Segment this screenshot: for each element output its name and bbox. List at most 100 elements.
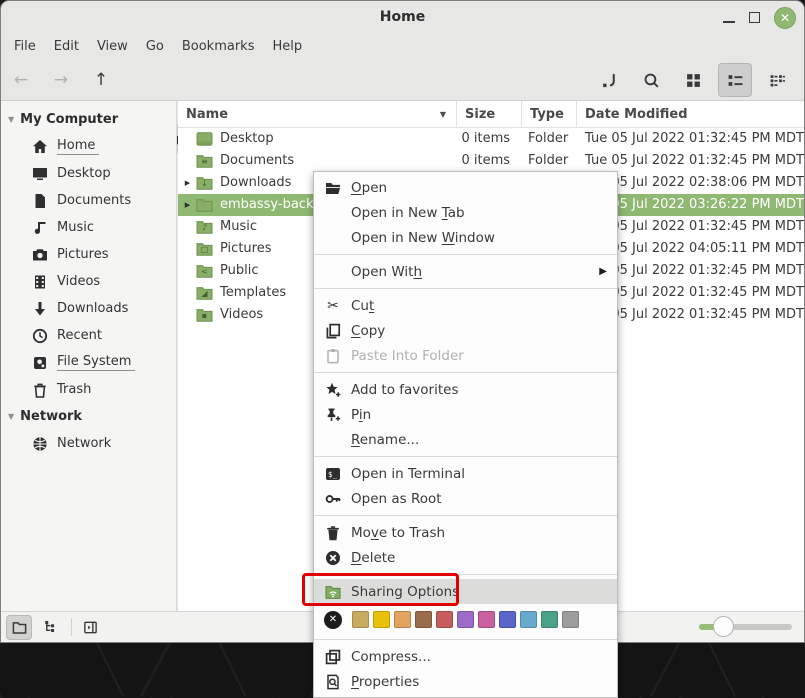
maximize-icon[interactable] [749,12,760,23]
close-icon[interactable]: ✕ [774,7,796,29]
folder-templates-icon: ◢ [196,286,213,300]
sidebar-item-home[interactable]: Home [1,133,176,160]
sidebar-item-documents[interactable]: Documents [1,187,176,214]
zoom-slider[interactable] [699,624,792,630]
file-name: Public [220,260,258,282]
menu-item-add-to-favorites[interactable]: Add to favorites [314,377,617,402]
menu-bookmarks[interactable]: Bookmarks [173,36,264,57]
menu-item-rename[interactable]: Rename... [314,427,617,452]
menu-separator [314,456,617,457]
scissors-icon: ✂ [324,297,342,315]
sidebar-item-trash[interactable]: Trash [1,376,176,403]
back-icon[interactable]: ← [7,59,35,101]
color-swatch-2[interactable] [373,611,390,628]
color-swatch-9[interactable] [520,611,537,628]
menu-go[interactable]: Go [137,36,173,57]
menu-file[interactable]: File [5,36,45,57]
sidebar-item-videos[interactable]: Videos [1,268,176,295]
clear-color-icon[interactable]: ✕ [324,611,342,629]
minimize-icon[interactable] [723,21,735,23]
expander-icon[interactable]: ▶ [178,172,193,194]
submenu-arrow-icon: ▶ [599,266,607,277]
trash-icon [32,382,48,398]
treeview-icon[interactable] [37,615,63,640]
forward-icon[interactable]: → [47,59,75,101]
menu-item-move-to-trash[interactable]: Move to Trash [314,520,617,545]
column-header-date-modified[interactable]: Date Modified [577,101,804,127]
column-header-name[interactable]: Name▼ [178,101,457,127]
file-type: Folder [522,150,577,172]
collapse-triangle-icon[interactable]: ▼ [8,412,14,421]
slider-knob[interactable] [713,616,734,637]
pin-icon [324,406,342,424]
color-swatch-5[interactable] [436,611,453,628]
column-header-type[interactable]: Type [522,101,577,127]
menu-separator [314,288,617,289]
folder-music-icon: ♪ [196,220,213,234]
sidebar-item-network[interactable]: Network [1,430,176,457]
file-name: Templates [220,282,286,304]
color-swatch-7[interactable] [478,611,495,628]
file-name: Videos [220,304,263,326]
menu-view[interactable]: View [88,36,137,57]
color-swatch-11[interactable] [562,611,579,628]
places-icon[interactable] [6,615,32,640]
sidebar-section-network[interactable]: ▼Network [1,403,176,430]
collapse-triangle-icon[interactable]: ▼ [8,115,14,124]
sidebar-item-desktop[interactable]: Desktop [1,160,176,187]
menu-item-properties[interactable]: Properties [314,669,617,694]
compact-view-icon[interactable] [760,63,794,97]
menu-item-open[interactable]: Open [314,175,617,200]
color-swatch-3[interactable] [394,611,411,628]
color-swatch-4[interactable] [415,611,432,628]
menu-item-delete[interactable]: Delete [314,545,617,570]
menu-edit[interactable]: Edit [45,36,88,57]
color-swatch-6[interactable] [457,611,474,628]
menu-help[interactable]: Help [263,36,311,57]
color-swatch-8[interactable] [499,611,516,628]
color-swatch-10[interactable] [541,611,558,628]
sidebar-item-file-system[interactable]: File System [1,349,176,376]
menu-item-open-in-new-tab[interactable]: Open in New Tab [314,200,617,225]
folder-plain-icon [196,198,213,212]
sort-arrow-icon: ▼ [440,110,446,119]
up-icon[interactable]: ↑ [87,59,115,101]
file-name: Downloads [220,172,291,194]
menu-item-open-with[interactable]: Open With▶ [314,259,617,284]
column-header-size[interactable]: Size [457,101,522,127]
titlebar[interactable]: Home ✕ [1,1,804,34]
list-view-icon[interactable] [718,63,752,97]
file-row-documents[interactable]: ≡Documents0 itemsFolderTue 05 Jul 2022 0… [178,150,804,172]
home-icon [32,139,48,155]
menu-item-sharing-options[interactable]: Sharing Options [314,579,617,604]
menu-item-cut[interactable]: ✂Cut [314,293,617,318]
menu-item-open-in-terminal[interactable]: $_Open in Terminal [314,461,617,486]
menu-item-copy[interactable]: Copy [314,318,617,343]
menu-item-open-as-root[interactable]: Open as Root [314,486,617,511]
sharing-folder-icon [324,583,342,601]
sidebar-item-pictures[interactable]: Pictures [1,241,176,268]
menu-item-pin[interactable]: Pin [314,402,617,427]
expander-icon[interactable]: ▶ [178,194,193,216]
hide-sidebar-icon[interactable] [77,615,103,640]
properties-icon [324,673,342,691]
menu-separator [314,372,617,373]
search-icon[interactable] [634,63,668,97]
drive-icon [32,355,48,371]
window-title: Home [1,9,804,25]
sidebar-item-recent[interactable]: Recent [1,322,176,349]
location-entry-icon[interactable] [592,63,626,97]
sidebar-item-downloads[interactable]: Downloads [1,295,176,322]
menu-item-compress[interactable]: Compress... [314,644,617,669]
sidebar-section-my-computer[interactable]: ▼My Computer [1,106,176,133]
menu-item-open-in-new-window[interactable]: Open in New Window [314,225,617,250]
network-icon [32,436,48,452]
color-swatch-1[interactable] [352,611,369,628]
file-type: Folder [522,128,577,150]
grid-view-icon[interactable] [676,63,710,97]
menu-item-paste-into-folder: Paste Into Folder [314,343,617,368]
sidebar-item-music[interactable]: Music [1,214,176,241]
file-row-desktop[interactable]: Desktop0 itemsFolderTue 05 Jul 2022 01:3… [178,128,804,150]
menubar: FileEditViewGoBookmarksHelp [1,34,804,59]
menu-separator [314,639,617,640]
